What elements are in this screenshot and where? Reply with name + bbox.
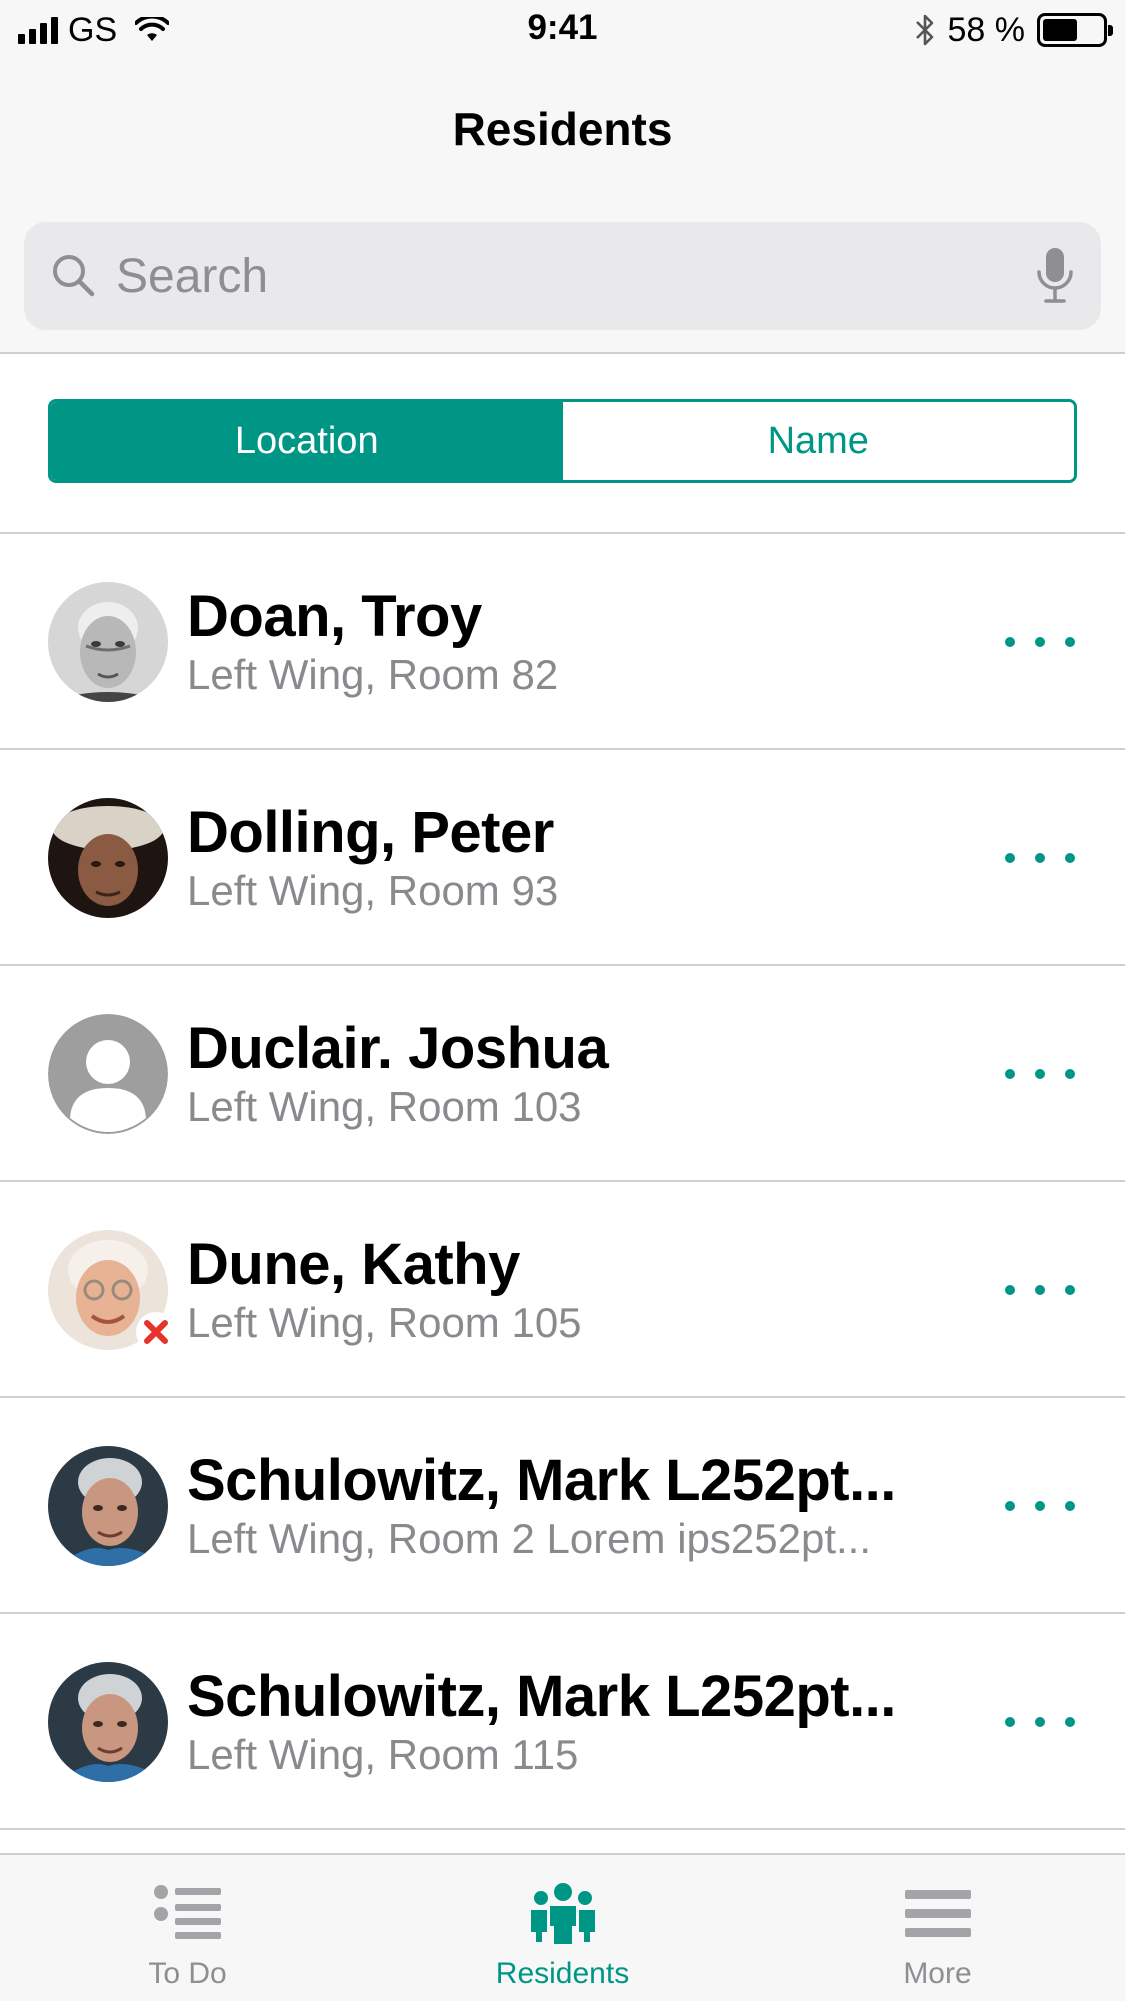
search-input[interactable] — [116, 244, 1016, 308]
resident-name: Doan, Troy — [187, 584, 482, 649]
resident-avatar-placeholder — [48, 1014, 168, 1134]
resident-avatar — [48, 582, 168, 702]
resident-row[interactable]: Dolling, Peter Left Wing, Room 93 — [0, 750, 1125, 966]
resident-info: Dolling, Peter Left Wing, Room 93 — [187, 800, 947, 916]
search-icon — [53, 255, 95, 297]
resident-location: Left Wing, Room 82 — [187, 651, 559, 698]
resident-location: Left Wing, Room 93 — [187, 867, 559, 914]
resident-row[interactable]: Dune, Kathy Left Wing, Room 105 — [0, 1182, 1125, 1398]
resident-info: Schulowitz, Mark L252pt... Left Wing, Ro… — [187, 1664, 947, 1780]
resident-name: Schulowitz, Mark L252pt... — [187, 1448, 896, 1513]
tab-label: To Do — [148, 1957, 227, 1990]
resident-name: Duclair. Joshua — [187, 1016, 609, 1081]
more-options-icon[interactable] — [1005, 838, 1075, 878]
tab-residents[interactable]: Residents — [375, 1855, 750, 2001]
segment-area: Location Name — [0, 354, 1125, 534]
battery-tip — [1108, 25, 1113, 36]
segment-location[interactable]: Location — [51, 402, 563, 480]
list-icon — [153, 1877, 223, 1951]
resident-info: Duclair. Joshua Left Wing, Room 103 — [187, 1016, 947, 1132]
resident-avatar — [48, 798, 168, 918]
resident-location: Left Wing, Room 105 — [187, 1299, 582, 1346]
battery-level-fill — [1043, 19, 1077, 41]
people-icon — [528, 1877, 598, 1951]
resident-info: Schulowitz, Mark L252pt... Left Wing, Ro… — [187, 1448, 947, 1564]
resident-avatar — [48, 1446, 168, 1566]
tab-label: More — [903, 1957, 972, 1990]
more-options-icon[interactable] — [1005, 1270, 1075, 1310]
segment-name[interactable]: Name — [562, 402, 1074, 480]
tab-to-do[interactable]: To Do — [0, 1855, 375, 2001]
resident-location: Left Wing, Room 115 — [187, 1731, 579, 1778]
resident-location: Left Wing, Room 103 — [187, 1083, 582, 1130]
sort-segmented-control: Location Name — [48, 399, 1077, 483]
status-right: 58 % — [914, 10, 1113, 50]
resident-name: Schulowitz, Mark L252pt... — [187, 1664, 896, 1729]
battery-percent: 58 % — [947, 10, 1026, 49]
resident-avatar — [48, 1662, 168, 1782]
bluetooth-icon — [915, 14, 933, 46]
resident-row[interactable]: Duclair. Joshua Left Wing, Room 103 — [0, 966, 1125, 1182]
more-options-icon[interactable] — [1005, 622, 1075, 662]
resident-row[interactable]: Schulowitz, Mark L252pt... Left Wing, Ro… — [0, 1398, 1125, 1614]
resident-name: Dolling, Peter — [187, 800, 554, 865]
resident-info: Dune, Kathy Left Wing, Room 105 — [187, 1232, 947, 1348]
page-title: Residents — [452, 103, 673, 155]
tab-bar: To Do Residents More — [0, 1853, 1125, 2001]
status-badge-error-icon — [136, 1312, 176, 1352]
resident-info: Doan, Troy Left Wing, Room 82 — [187, 584, 947, 700]
status-bar: GS 9:41 58 % — [0, 0, 1125, 62]
resident-row[interactable]: Schulowitz, Mark L252pt... Left Wing, Ro… — [0, 1614, 1125, 1830]
more-options-icon[interactable] — [1005, 1486, 1075, 1526]
more-options-icon[interactable] — [1005, 1702, 1075, 1742]
resident-location: Left Wing, Room 2 Lorem ips252pt... — [187, 1515, 871, 1562]
battery-icon — [1037, 13, 1113, 47]
menu-icon — [903, 1877, 973, 1951]
more-options-icon[interactable] — [1005, 1054, 1075, 1094]
resident-list: Doan, Troy Left Wing, Room 82 Dolling, P… — [0, 534, 1125, 1830]
tab-label: Residents — [495, 1957, 630, 1990]
tab-more[interactable]: More — [750, 1855, 1125, 2001]
resident-name: Dune, Kathy — [187, 1232, 520, 1297]
search-bar[interactable] — [24, 222, 1101, 330]
microphone-icon[interactable] — [1035, 246, 1075, 306]
resident-row[interactable]: Doan, Troy Left Wing, Room 82 — [0, 534, 1125, 750]
navigation-bar: Residents — [0, 62, 1125, 354]
